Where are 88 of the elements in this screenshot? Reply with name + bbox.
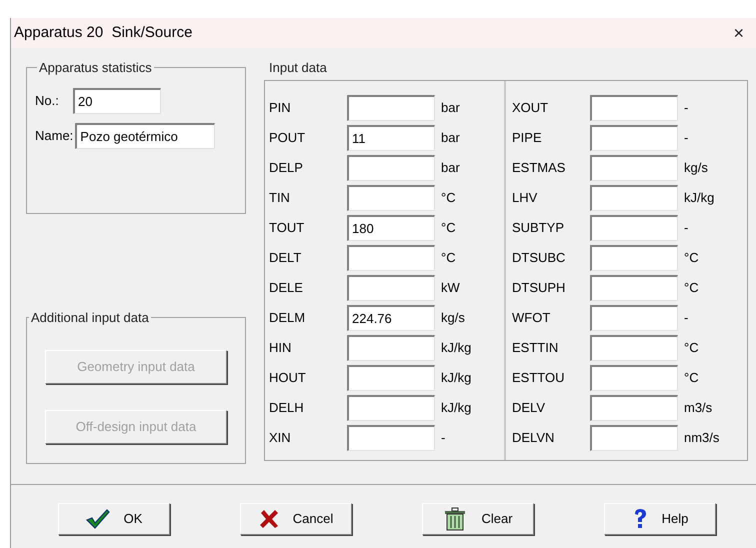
unit-label: bar [441, 159, 460, 178]
value-field[interactable] [590, 155, 678, 181]
group-title: Apparatus statistics [38, 59, 153, 77]
parameter-label: DELV [512, 399, 546, 418]
unit-label: °C [684, 249, 699, 268]
value-field[interactable] [590, 185, 678, 211]
parameter-label: WFOT [512, 309, 552, 328]
parameter-label: ESTMAS [512, 159, 566, 178]
field-label: No.: [35, 92, 60, 110]
unit-label: °C [441, 249, 456, 268]
unit-label: kJ/kg [441, 369, 472, 388]
parameter-label: PIPE [512, 129, 543, 148]
parameter-label: SUBTYP [512, 219, 566, 238]
unit-label: °C [684, 369, 699, 388]
value-field[interactable] [347, 245, 435, 271]
unit-label: bar [441, 99, 460, 118]
parameter-label: HIN [269, 339, 292, 358]
unit-label: nm3/s [684, 429, 720, 448]
unit-label: bar [441, 129, 460, 148]
parameter-label: DTSUBC [512, 249, 566, 268]
unit-label: kW [441, 279, 460, 298]
parameter-label: POUT [269, 129, 306, 148]
parameter-label: TOUT [269, 219, 306, 238]
text-field[interactable]: 20 [73, 88, 161, 114]
value-field[interactable] [347, 335, 435, 361]
value-field[interactable] [347, 395, 435, 421]
close-button[interactable]: × [729, 24, 748, 42]
parameter-label: LHV [512, 189, 538, 208]
unit-label: kg/s [684, 159, 708, 178]
value-field[interactable]: 224.76 [347, 305, 435, 331]
value-field[interactable] [590, 305, 678, 331]
unit-label: kg/s [441, 309, 465, 328]
unit-label: - [684, 129, 688, 148]
parameter-label: DELT [269, 249, 302, 268]
value-field[interactable] [347, 95, 435, 121]
parameter-label: XIN [269, 429, 292, 448]
group-title: Additional input data [30, 309, 150, 327]
window-title: Apparatus 20 Sink/Source [14, 22, 192, 43]
dialog-button[interactable]: Clear [422, 503, 534, 535]
unit-label: kJ/kg [684, 189, 714, 208]
parameter-label: DTSUPH [512, 279, 566, 298]
value-field[interactable]: 180 [347, 215, 435, 241]
value-field[interactable] [347, 155, 435, 181]
group-title: Input data [269, 59, 328, 77]
value-field[interactable] [590, 425, 678, 451]
unit-label: °C [441, 189, 456, 208]
dialog-button[interactable]: Help [604, 503, 716, 535]
value-field[interactable] [590, 215, 678, 241]
value-field[interactable] [347, 185, 435, 211]
unit-label: m3/s [684, 399, 712, 418]
parameter-label: ESTTIN [512, 339, 560, 358]
checkmark-icon [86, 509, 110, 529]
parameter-label: DELE [269, 279, 304, 298]
value-field[interactable] [590, 245, 678, 271]
parameter-label: DELM [269, 309, 306, 328]
value-field[interactable] [347, 425, 435, 451]
unit-label: - [684, 309, 688, 328]
unit-label: - [684, 99, 688, 118]
field-label: Name: [35, 126, 74, 145]
value-field[interactable] [590, 95, 678, 121]
unit-label: - [684, 219, 688, 238]
value-field[interactable]: 11 [347, 125, 435, 151]
value-field[interactable] [590, 365, 678, 391]
parameter-label: DELVN [512, 429, 556, 448]
unit-label: °C [684, 339, 699, 358]
parameter-label: XOUT [512, 99, 550, 118]
cross-icon [258, 509, 279, 529]
value-field[interactable] [590, 275, 678, 301]
dialog-button[interactable]: OK [58, 503, 170, 535]
value-field[interactable] [347, 365, 435, 391]
parameter-label: TIN [269, 189, 291, 208]
value-field[interactable] [590, 125, 678, 151]
dialog-button[interactable]: Cancel [240, 503, 352, 535]
parameter-label: HOUT [269, 369, 307, 388]
unit-label: - [441, 429, 446, 448]
value-field[interactable] [347, 275, 435, 301]
unit-label: °C [684, 279, 699, 298]
parameter-label: DELP [269, 159, 304, 178]
value-field[interactable] [590, 395, 678, 421]
unit-label: kJ/kg [441, 399, 472, 418]
unit-label: kJ/kg [441, 339, 472, 358]
parameter-label: DELH [269, 399, 305, 418]
value-field[interactable] [590, 335, 678, 361]
parameter-label: PIN [269, 99, 292, 118]
unit-label: °C [441, 219, 456, 238]
parameter-label: ESTTOU [512, 369, 566, 388]
trash-bin-icon [443, 507, 468, 531]
text-field[interactable]: Pozo geotérmico [75, 122, 216, 148]
